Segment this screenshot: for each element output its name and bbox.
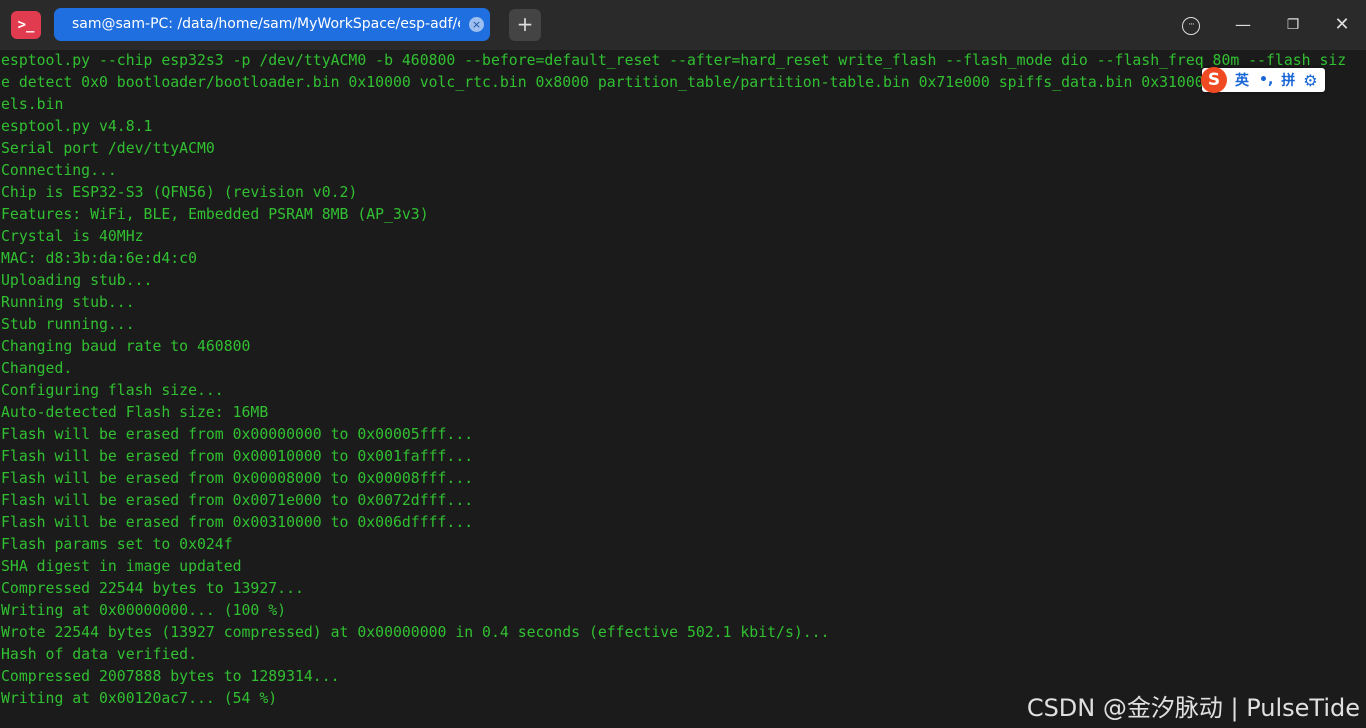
close-window-button[interactable]: ✕ (1327, 10, 1357, 40)
terminal-line: Running stub... (1, 294, 135, 311)
more-options-button[interactable]: ··· (1176, 10, 1206, 40)
gear-icon[interactable]: ⚙ (1303, 71, 1317, 90)
more-icon: ··· (1182, 16, 1200, 35)
ime-layout-toggle[interactable]: 拼 (1281, 70, 1295, 90)
terminal-line: Serial port /dev/ttyACM0 (1, 140, 215, 157)
tab-close-icon[interactable]: × (469, 17, 484, 32)
terminal-line: Stub running... (1, 316, 135, 333)
terminal-line: Flash will be erased from 0x00008000 to … (1, 470, 474, 487)
terminal-line: e detect 0x0 bootloader/bootloader.bin 0… (1, 74, 1267, 91)
terminal-line: esptool.py --chip esp32s3 -p /dev/ttyACM… (1, 52, 1347, 69)
terminal-line: els.bin (1, 96, 64, 113)
terminal-line: Flash will be erased from 0x0071e000 to … (1, 492, 474, 509)
input-method-toolbar[interactable]: S 英 •, 拼 ⚙ (1201, 67, 1325, 93)
tab-title: sam@sam-PC: /data/home/sam/MyWorkSpace/e… (72, 16, 460, 32)
terminal-line: Flash will be erased from 0x00010000 to … (1, 448, 474, 465)
terminal-line: Connecting... (1, 162, 117, 179)
terminal-line: Hash of data verified. (1, 646, 197, 663)
terminal-line: Uploading stub... (1, 272, 153, 289)
terminal-line: Changing baud rate to 460800 (1, 338, 251, 355)
terminal-line: Compressed 2007888 bytes to 1289314... (1, 668, 340, 685)
new-tab-button[interactable]: + (509, 9, 541, 41)
terminal-line: Compressed 22544 bytes to 13927... (1, 580, 304, 597)
terminal-line: Chip is ESP32-S3 (QFN56) (revision v0.2) (1, 184, 358, 201)
sogou-logo-icon[interactable]: S (1201, 67, 1227, 93)
terminal-line: Auto-detected Flash size: 16MB (1, 404, 269, 421)
terminal-line: Configuring flash size... (1, 382, 224, 399)
terminal-line: MAC: d8:3b:da:6e:d4:c0 (1, 250, 197, 267)
terminal-line: Wrote 22544 bytes (13927 compressed) at … (1, 624, 830, 641)
terminal-line: Flash params set to 0x024f (1, 536, 233, 553)
maximize-button[interactable]: ❐ (1278, 10, 1308, 40)
ime-mode-toggle[interactable]: 英 (1235, 70, 1249, 90)
terminal-line: Flash will be erased from 0x00000000 to … (1, 426, 474, 443)
terminal-line: esptool.py v4.8.1 (1, 118, 153, 135)
terminal-app-icon[interactable]: >_ (11, 11, 41, 39)
terminal-line: Flash will be erased from 0x00310000 to … (1, 514, 474, 531)
minimize-button[interactable]: — (1228, 10, 1258, 40)
terminal-line: Crystal is 40MHz (1, 228, 144, 245)
terminal-line: SHA digest in image updated (1, 558, 242, 575)
terminal-line: Writing at 0x00000000... (100 %) (1, 602, 287, 619)
tab-terminal-session[interactable]: sam@sam-PC: /data/home/sam/MyWorkSpace/e… (54, 8, 490, 41)
terminal-line: Features: WiFi, BLE, Embedded PSRAM 8MB … (1, 206, 429, 223)
title-bar: >_ sam@sam-PC: /data/home/sam/MyWorkSpac… (0, 0, 1366, 50)
terminal-line: Changed. (1, 360, 73, 377)
watermark: CSDN @金汐脉动 | PulseTide (1026, 694, 1360, 722)
ime-punctuation-toggle[interactable]: •, (1259, 72, 1273, 88)
terminal-output[interactable]: esptool.py --chip esp32s3 -p /dev/ttyACM… (0, 50, 1366, 728)
